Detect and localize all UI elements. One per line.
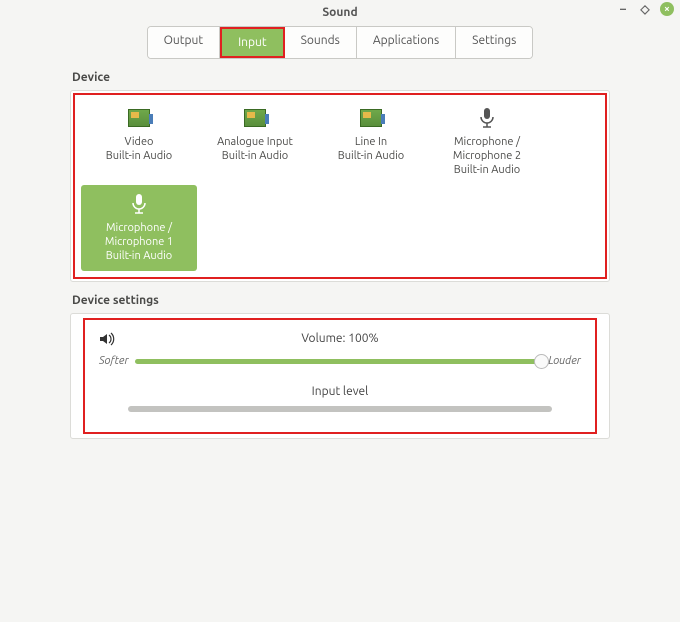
minimize-button[interactable]: –: [616, 2, 630, 16]
volume-row: Volume: 100% Softer Louder: [99, 332, 581, 367]
tabs-container: Output Input Sounds Applications Setting…: [147, 26, 534, 59]
tab-settings[interactable]: Settings: [456, 27, 532, 58]
sound-card-icon: [199, 105, 311, 131]
device-line-in[interactable]: Line In Built-in Audio: [313, 99, 429, 185]
device-video[interactable]: Video Built-in Audio: [81, 99, 197, 185]
device-label-line: Microphone 1: [83, 235, 195, 249]
device-grid: Video Built-in Audio Analogue Input Buil…: [77, 95, 603, 275]
device-label-line: Video: [83, 135, 195, 149]
device-panel: Video Built-in Audio Analogue Input Buil…: [70, 90, 610, 282]
device-settings-panel: Volume: 100% Softer Louder Input level: [70, 313, 610, 439]
close-button[interactable]: ×: [660, 2, 674, 16]
tab-bar: Output Input Sounds Applications Setting…: [0, 26, 680, 59]
device-microphone-1[interactable]: Microphone / Microphone 1 Built-in Audio: [81, 185, 197, 271]
device-label-line: Analogue Input: [199, 135, 311, 149]
input-level-meter: [128, 406, 552, 412]
device-analogue-input[interactable]: Analogue Input Built-in Audio: [197, 99, 313, 185]
device-label-line: Built-in Audio: [315, 149, 427, 163]
device-label-line: Microphone /: [83, 221, 195, 235]
device-label-line: Built-in Audio: [431, 163, 543, 177]
sound-card-icon: [315, 105, 427, 131]
device-label-line: Built-in Audio: [83, 249, 195, 263]
device-label-line: Built-in Audio: [199, 149, 311, 163]
volume-slider[interactable]: [135, 359, 543, 364]
window-controls: – ◇ ×: [616, 2, 674, 16]
softer-label: Softer: [99, 355, 129, 367]
maximize-button[interactable]: ◇: [638, 2, 652, 16]
input-level-label: Input level: [99, 385, 581, 398]
microphone-icon: [83, 191, 195, 217]
tab-applications[interactable]: Applications: [357, 27, 456, 58]
device-label-line: Line In: [315, 135, 427, 149]
louder-label: Louder: [548, 355, 581, 367]
volume-icon: [99, 332, 115, 349]
tab-input[interactable]: Input: [222, 29, 283, 56]
device-label-line: Built-in Audio: [83, 149, 195, 163]
device-label-line: Microphone 2: [431, 149, 543, 163]
volume-slider-thumb[interactable]: [534, 354, 549, 369]
sound-card-icon: [83, 105, 195, 131]
volume-label: Volume: 100%: [99, 332, 581, 345]
device-highlight-box: Video Built-in Audio Analogue Input Buil…: [73, 93, 607, 279]
device-settings-section-label: Device settings: [72, 294, 610, 307]
tab-output[interactable]: Output: [148, 27, 220, 58]
settings-highlight-box: Volume: 100% Softer Louder Input level: [83, 318, 597, 434]
titlebar: Sound – ◇ ×: [0, 0, 680, 24]
device-microphone-2[interactable]: Microphone / Microphone 2 Built-in Audio: [429, 99, 545, 185]
tab-sounds[interactable]: Sounds: [285, 27, 357, 58]
content-area: Device Video Built-in Audio Analogue Inp…: [0, 71, 680, 439]
window-title: Sound: [322, 6, 357, 19]
microphone-icon: [431, 105, 543, 131]
device-section-label: Device: [72, 71, 610, 84]
volume-slider-row: Softer Louder: [99, 355, 581, 367]
device-label-line: Microphone /: [431, 135, 543, 149]
tab-input-highlight: Input: [220, 27, 285, 58]
